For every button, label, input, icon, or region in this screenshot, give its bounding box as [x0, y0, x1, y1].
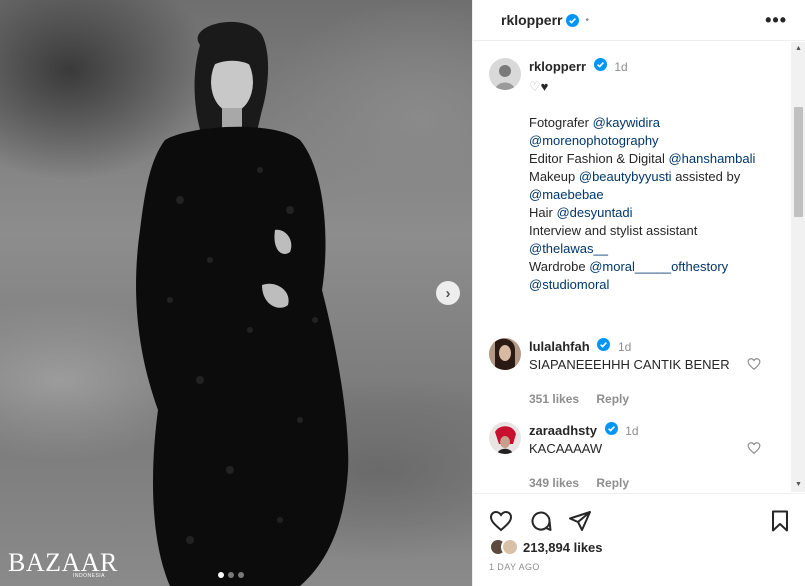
comment-text: KACAAAAW	[529, 441, 603, 456]
post-header: rklopperr • •••	[473, 0, 805, 41]
verified-badge-icon	[597, 338, 611, 351]
next-photo-button[interactable]: ›	[436, 281, 460, 305]
comment-icon[interactable]	[529, 509, 553, 533]
mention-link[interactable]: @moral_____ofthestory	[589, 259, 728, 274]
carousel-dot-2	[228, 572, 234, 578]
avatar[interactable]	[489, 338, 521, 370]
comment-item: zaraadhsty 1d KACAAAAW 349 likes Reply	[489, 422, 779, 492]
verified-badge-icon	[593, 58, 607, 71]
chevron-right-icon: ›	[445, 284, 451, 302]
mention-link[interactable]: @desyuntadi	[556, 205, 632, 220]
caption-line: @studiomoral	[529, 276, 779, 294]
comment-username[interactable]: lulalahfah	[529, 339, 590, 354]
comments-section[interactable]: rklopperr 1d ♡♥ Fotografer @kaywidira @m…	[473, 42, 791, 492]
comment-likes[interactable]: 349 likes	[529, 476, 579, 490]
bazaar-logo-sub: INDONESIA	[73, 573, 106, 579]
more-options-icon[interactable]: •••	[765, 10, 787, 31]
caption-line: Interview and stylist assistant	[529, 223, 698, 238]
caption-line: Fotografer @kaywidira	[529, 115, 660, 130]
caption-line: Editor Fashion & Digital @hanshambali	[529, 151, 756, 166]
carousel-dot-1	[218, 572, 224, 578]
heart-icon[interactable]	[489, 509, 513, 533]
comment-item: lulalahfah 1d SIAPANEEEHHH CANTIK BENER …	[489, 338, 779, 408]
verified-badge-icon	[566, 13, 580, 27]
verified-badge-icon	[604, 422, 618, 435]
post-details-panel: rklopperr • ••• rklopperr 1d ♡♥ Fotograf…	[472, 0, 805, 586]
caption-username[interactable]: rklopperr	[529, 59, 586, 74]
avatar[interactable]	[489, 422, 521, 454]
likes-count[interactable]: 213,894 likes	[523, 540, 603, 555]
caption-line: Wardrobe @moral_____ofthestory	[529, 259, 729, 274]
caption-line: @thelawas__	[529, 240, 779, 258]
comment-username[interactable]: zaraadhsty	[529, 423, 597, 438]
comment-text: SIAPANEEEHHH CANTIK BENER	[529, 357, 730, 372]
caption-item: rklopperr 1d ♡♥ Fotografer @kaywidira @m…	[489, 58, 779, 294]
mention-link[interactable]: @kaywidira	[593, 115, 660, 130]
woman-in-fur-coat-image	[136, 21, 349, 586]
bookmark-icon[interactable]	[768, 509, 792, 533]
liker-avatar	[501, 538, 519, 556]
header-username[interactable]: rklopperr	[501, 12, 562, 28]
scroll-up-arrow-icon[interactable]: ▲	[791, 42, 805, 56]
comment-like-heart-icon[interactable]	[747, 441, 761, 455]
black-heart-icon: ♥	[540, 79, 549, 94]
post-date[interactable]: 1 DAY AGO	[489, 562, 540, 572]
mention-link[interactable]: @beautybyyusti	[579, 169, 672, 184]
mention-link[interactable]: @maebebae	[529, 187, 604, 202]
caption-line: @maebebae	[529, 186, 779, 204]
post-photo[interactable]: BAZAAR INDONESIA ›	[0, 0, 472, 586]
mention-link[interactable]: @hanshambali	[668, 151, 755, 166]
scroll-down-arrow-icon[interactable]: ▼	[791, 478, 805, 492]
carousel-dot-3	[238, 572, 244, 578]
mention-link[interactable]: @studiomoral	[529, 277, 609, 292]
reply-button[interactable]: Reply	[596, 476, 629, 490]
mention-link[interactable]: @thelawas__	[529, 241, 608, 256]
avatar[interactable]	[489, 58, 521, 90]
caption-line: @morenophotography	[529, 132, 779, 150]
scrollbar-thumb[interactable]	[794, 107, 803, 217]
comment-time: 1d	[617, 340, 632, 354]
share-icon[interactable]	[568, 509, 592, 533]
header-separator: •	[585, 14, 589, 26]
comments-scrollbar[interactable]: ▲ ▼	[791, 42, 805, 492]
reply-button[interactable]: Reply	[596, 392, 629, 406]
comment-like-heart-icon[interactable]	[747, 357, 761, 371]
caption-line: Hair @desyuntadi	[529, 205, 633, 220]
comment-likes[interactable]: 351 likes	[529, 392, 579, 406]
likes-row[interactable]: 213,894 likes	[489, 538, 603, 556]
caption-line: Makeup @beautybyyusti assisted by	[529, 169, 741, 184]
caption-time: 1d	[614, 60, 628, 74]
comment-time: 1d	[625, 424, 639, 438]
caption-emoji-row: ♡♥	[529, 78, 779, 96]
carousel-indicator	[218, 572, 244, 578]
white-heart-icon: ♡	[529, 79, 541, 94]
mention-link[interactable]: @morenophotography	[529, 133, 659, 148]
